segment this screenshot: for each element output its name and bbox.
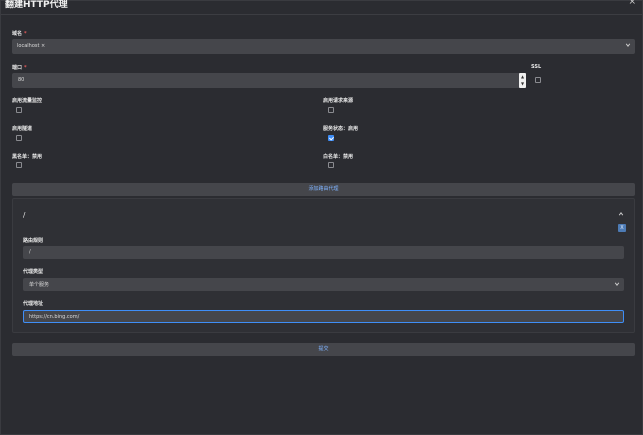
- port-input[interactable]: 80 ▲ ▼: [12, 73, 526, 88]
- service-status-label: 服务状态：启用: [323, 126, 359, 132]
- submit-button[interactable]: 提交: [12, 343, 635, 356]
- add-route-button[interactable]: 添加路由代理: [12, 183, 635, 196]
- domain-select[interactable]: localhost ×: [12, 39, 635, 54]
- close-icon[interactable]: ×: [628, 0, 636, 7]
- route-rule-input[interactable]: /: [23, 246, 624, 259]
- blacklist-label: 黑名单：禁用: [12, 154, 43, 160]
- blacklist-checkbox[interactable]: [16, 162, 22, 168]
- remove-route-button[interactable]: X: [618, 224, 626, 232]
- port-stepper[interactable]: ▲ ▼: [519, 73, 526, 88]
- domain-label: 域名 *: [12, 30, 27, 37]
- whitelist-label: 白名单：禁用: [323, 154, 354, 160]
- service-status-checkbox[interactable]: [328, 135, 334, 141]
- ssl-checkbox[interactable]: [535, 77, 541, 83]
- chevron-down-icon: [625, 43, 631, 47]
- request-source-label: 启用请求来源: [323, 98, 354, 104]
- chevron-up-icon[interactable]: [618, 211, 624, 217]
- header-divider: [1, 14, 642, 15]
- route-rule-label: 路由规则: [23, 238, 44, 244]
- proxy-type-value: 单个服务: [29, 282, 50, 288]
- port-label: 端口 *: [12, 64, 27, 71]
- spin-down-icon[interactable]: ▼: [519, 80, 526, 87]
- chevron-down-icon: [614, 282, 620, 286]
- proxy-type-select[interactable]: 单个服务: [23, 278, 624, 291]
- required-mark: *: [24, 65, 27, 71]
- proxy-address-value: https://cn.bing.com/: [29, 314, 80, 320]
- spin-up-icon[interactable]: ▲: [519, 73, 526, 80]
- tunnel-checkbox[interactable]: [16, 135, 22, 141]
- request-source-checkbox[interactable]: [328, 107, 334, 113]
- route-panel: / X 路由规则 / 代理类型 单个服务 代理地址 https://cn.bin…: [12, 198, 635, 333]
- proxy-address-label: 代理地址: [23, 301, 44, 307]
- traffic-monitor-checkbox[interactable]: [16, 107, 22, 113]
- tunnel-label: 启用隧道: [12, 126, 33, 132]
- whitelist-checkbox[interactable]: [328, 162, 334, 168]
- ssl-label: SSL: [531, 64, 542, 70]
- proxy-type-label: 代理类型: [23, 269, 44, 275]
- traffic-monitor-label: 启用流量监控: [12, 98, 43, 104]
- route-path-title: /: [23, 211, 26, 219]
- domain-label-text: 域名: [12, 31, 23, 37]
- port-label-text: 端口: [12, 65, 23, 71]
- required-mark: *: [24, 31, 27, 37]
- domain-chip[interactable]: localhost ×: [17, 43, 45, 49]
- proxy-address-input[interactable]: https://cn.bing.com/: [23, 310, 624, 323]
- dialog: 翻建HTTP代理 × 域名 * localhost × 端口 * 80 ▲ ▼ SS…: [0, 0, 643, 435]
- route-rule-value: /: [29, 249, 31, 255]
- dialog-title: 翻建HTTP代理: [5, 0, 68, 10]
- port-value: 80: [18, 77, 25, 83]
